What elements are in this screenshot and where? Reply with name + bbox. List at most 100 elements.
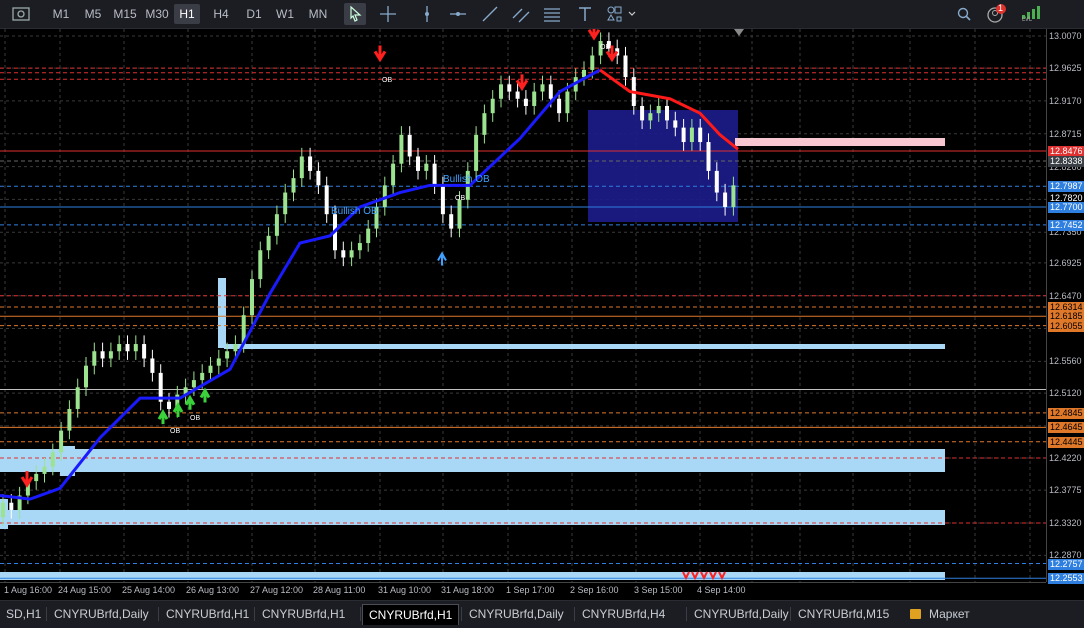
top-toolbar: M1 M5 M15 M30 H1 H4 D1 W1 MN 1 LVL bbox=[0, 0, 1084, 29]
ob-label: OB bbox=[190, 415, 200, 422]
candle-body bbox=[142, 344, 147, 359]
timeframe-d1[interactable]: D1 bbox=[243, 4, 265, 24]
price-level-badge: 12.4445 bbox=[1048, 436, 1084, 448]
candle-body bbox=[67, 408, 72, 431]
ob-label: OB bbox=[170, 428, 180, 435]
candle-body bbox=[548, 84, 553, 99]
time-tick-label: 31 Aug 10:00 bbox=[378, 585, 432, 595]
time-tick-label: 1 Aug 16:00 bbox=[4, 585, 53, 595]
channel-icon[interactable] bbox=[510, 3, 532, 25]
timeframe-m30[interactable]: M30 bbox=[144, 4, 170, 24]
candle-body bbox=[324, 185, 329, 215]
time-tick-label: 4 Sep 14:00 bbox=[697, 585, 746, 595]
chart-tab[interactable]: SD,H1 bbox=[0, 604, 47, 624]
timeframe-w1[interactable]: W1 bbox=[274, 4, 296, 24]
sell-arrow-icon bbox=[20, 471, 34, 488]
timeframe-h4[interactable]: H4 bbox=[210, 4, 232, 24]
chart-tab[interactable]: CNYRUBrfd,Daily bbox=[688, 604, 795, 624]
price-tick-label: 12.6470 bbox=[1049, 290, 1082, 301]
fibonacci-icon[interactable] bbox=[541, 3, 563, 25]
candle-body bbox=[117, 344, 122, 352]
buy-arrow-icon bbox=[184, 394, 196, 410]
chart-tab[interactable]: CNYRUBrfd,Daily bbox=[48, 604, 155, 624]
screenshot-icon[interactable] bbox=[10, 3, 32, 25]
market-tab[interactable]: Маркет bbox=[904, 604, 976, 624]
price-axis[interactable]: 13.007012.962512.917012.871512.826012.78… bbox=[1046, 29, 1084, 585]
candle-body bbox=[191, 380, 196, 388]
price-chart[interactable]: Bullish OB Bullish OB OB OB OB OB OB bbox=[0, 29, 1046, 582]
support-zone bbox=[218, 278, 226, 348]
candle-body bbox=[225, 351, 230, 359]
candle-body bbox=[9, 502, 14, 510]
search-icon[interactable] bbox=[953, 3, 975, 25]
chart-tab[interactable]: CNYRUBrfd,H1 bbox=[256, 604, 351, 624]
price-tick-label: 12.5120 bbox=[1049, 388, 1082, 399]
price-level-badge: 12.4645 bbox=[1048, 422, 1084, 434]
candle-body bbox=[432, 163, 437, 186]
candle-body bbox=[391, 163, 396, 186]
candle-body bbox=[582, 69, 586, 78]
price-tick-label: 13.0070 bbox=[1049, 31, 1082, 41]
candle-body bbox=[648, 113, 653, 121]
candle-body bbox=[565, 91, 570, 114]
time-tick-label: 3 Sep 15:00 bbox=[634, 585, 683, 595]
timeframe-m1[interactable]: M1 bbox=[50, 4, 72, 24]
timeframe-h1[interactable]: H1 bbox=[174, 4, 200, 24]
price-tick-label: 12.9625 bbox=[1049, 63, 1082, 74]
candle-body bbox=[34, 473, 39, 482]
tab-separator bbox=[790, 607, 791, 621]
candle-body bbox=[59, 430, 64, 453]
vertical-line-icon[interactable] bbox=[416, 3, 438, 25]
market-bag-icon bbox=[910, 609, 921, 619]
candle-body bbox=[50, 452, 55, 467]
candle-body bbox=[216, 358, 221, 366]
tab-separator bbox=[158, 607, 159, 621]
sell-arrow-icon bbox=[373, 45, 387, 63]
bullish-ob-label: Bullish OB bbox=[443, 174, 490, 185]
candle-body bbox=[407, 134, 412, 157]
bullish-ob-label: Bullish OB bbox=[331, 206, 378, 217]
candle-body bbox=[349, 250, 354, 258]
price-level-badge: 12.4845 bbox=[1048, 407, 1084, 419]
candle-body bbox=[482, 113, 487, 135]
tab-separator bbox=[46, 607, 47, 621]
candle-body bbox=[250, 279, 254, 316]
candle-body bbox=[540, 84, 545, 92]
chart-canvas[interactable]: Bullish OB Bullish OB OB OB OB OB OB bbox=[0, 29, 1046, 582]
shapes-icon[interactable] bbox=[604, 3, 638, 25]
buy-arrow-icon bbox=[172, 401, 184, 417]
candle-body bbox=[274, 214, 279, 236]
price-level-badge: 12.6055 bbox=[1048, 320, 1084, 332]
user-notification-icon[interactable]: 1 bbox=[985, 3, 1007, 25]
candle-body bbox=[84, 365, 88, 388]
text-icon[interactable] bbox=[574, 3, 596, 25]
candle-body bbox=[698, 127, 703, 143]
timeframe-m15[interactable]: M15 bbox=[112, 4, 138, 24]
trendline-icon[interactable] bbox=[479, 3, 501, 25]
signal-level-icon[interactable]: LVL bbox=[1018, 3, 1044, 25]
chart-tab[interactable]: CNYRUBrfd,H1 bbox=[160, 604, 255, 624]
cursor-icon[interactable] bbox=[344, 3, 366, 25]
chart-tab[interactable]: CNYRUBrfd,H1 bbox=[362, 604, 460, 625]
timeframe-mn[interactable]: MN bbox=[305, 4, 331, 24]
tab-separator bbox=[360, 607, 361, 621]
candle-body bbox=[449, 214, 454, 229]
resistance-zone bbox=[735, 138, 945, 146]
candle-body bbox=[92, 351, 97, 366]
tab-separator bbox=[461, 607, 462, 621]
time-tick-label: 28 Aug 11:00 bbox=[313, 585, 366, 595]
crosshair-icon[interactable] bbox=[377, 3, 399, 25]
candle-body bbox=[233, 344, 238, 352]
horizontal-line-icon[interactable] bbox=[447, 3, 469, 25]
time-axis[interactable]: 1 Aug 16:00 24 Aug 15:00 25 Aug 14:00 26 Au… bbox=[0, 582, 1046, 599]
chart-tab[interactable]: CNYRUBrfd,H4 bbox=[576, 604, 671, 624]
chart-tab[interactable]: CNYRUBrfd,Daily bbox=[463, 604, 570, 624]
chart-tab[interactable]: CNYRUBrfd,M15 bbox=[792, 604, 895, 624]
candle-body bbox=[316, 170, 321, 186]
candle-body bbox=[706, 142, 711, 171]
price-level-badge: 12.2757 bbox=[1048, 558, 1084, 570]
candle-body bbox=[416, 156, 420, 171]
candle-body bbox=[100, 351, 105, 359]
timeframe-m5[interactable]: M5 bbox=[82, 4, 104, 24]
ob-label: OB bbox=[382, 77, 392, 84]
